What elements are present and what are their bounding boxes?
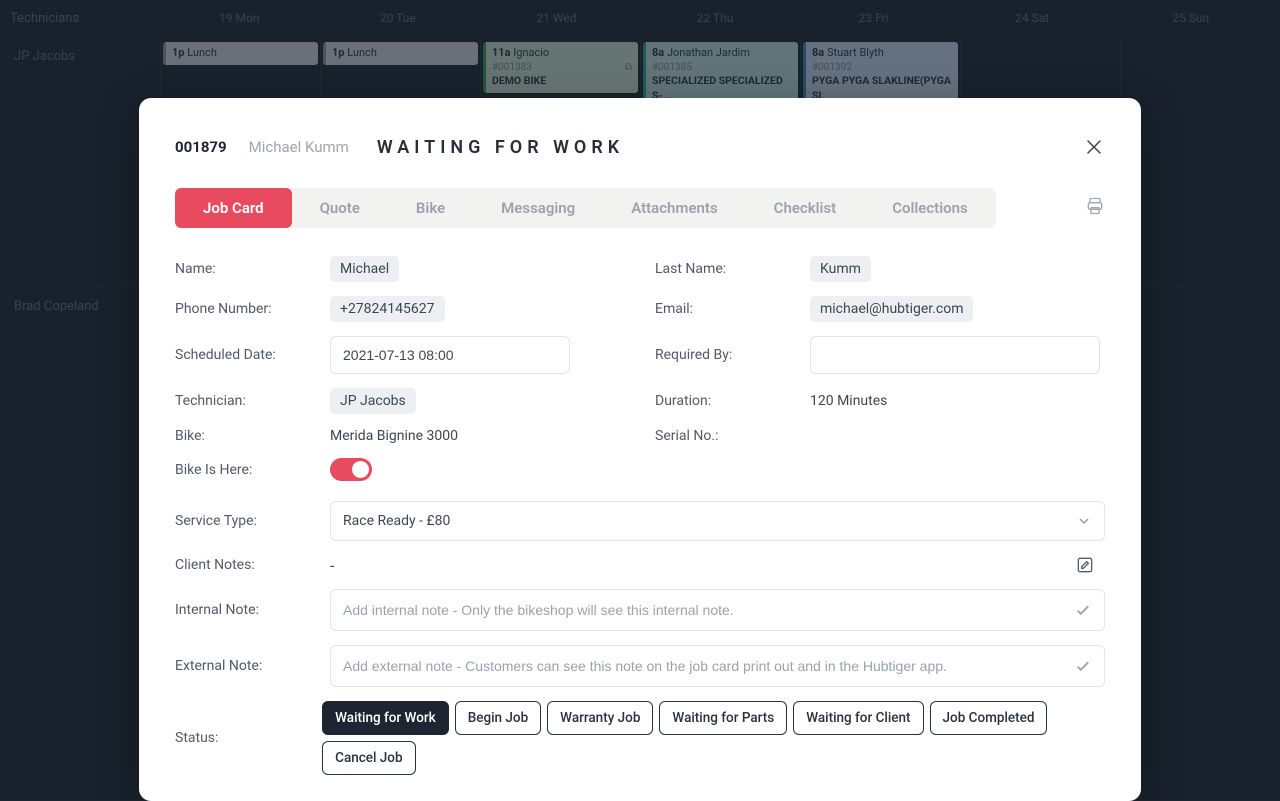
label-phone: Phone Number: (175, 301, 330, 317)
status-waiting-client[interactable]: Waiting for Client (793, 701, 923, 735)
duration-value: 120 Minutes (810, 393, 887, 409)
close-icon[interactable] (1083, 136, 1105, 158)
job-status-title: Waiting for Work (377, 137, 624, 158)
label-service-type: Service Type: (175, 513, 330, 529)
label-bike-here: Bike Is Here: (175, 462, 330, 478)
external-note-input[interactable] (343, 658, 1064, 674)
status-cancel[interactable]: Cancel Job (322, 741, 415, 775)
tab-job-card[interactable]: Job Card (175, 188, 292, 228)
label-bike: Bike: (175, 428, 330, 444)
first-name-value[interactable]: Michael (330, 256, 399, 282)
label-scheduled: Scheduled Date: (175, 347, 330, 363)
required-by-input[interactable] (810, 336, 1100, 374)
last-name-value[interactable]: Kumm (810, 256, 871, 282)
label-serial-no: Serial No.: (655, 428, 810, 444)
edit-icon[interactable] (1075, 555, 1095, 575)
tab-checklist[interactable]: Checklist (746, 188, 865, 228)
tab-messaging[interactable]: Messaging (473, 188, 603, 228)
status-completed[interactable]: Job Completed (930, 701, 1048, 735)
print-icon[interactable] (1085, 196, 1105, 220)
label-client-notes: Client Notes: (175, 557, 330, 573)
status-waiting-work[interactable]: Waiting for Work (322, 701, 449, 735)
technician-value[interactable]: JP Jacobs (330, 388, 416, 414)
check-icon[interactable] (1074, 657, 1092, 675)
label-external-note: External Note: (175, 658, 330, 674)
status-button-group: Waiting for Work Begin Job Warranty Job … (322, 701, 1105, 775)
service-type-select[interactable]: Race Ready - £80 (330, 501, 1105, 541)
job-card-modal: 001879 Michael Kumm Waiting for Work Job… (139, 98, 1141, 801)
check-icon[interactable] (1074, 601, 1092, 619)
label-last-name: Last Name: (655, 261, 810, 277)
label-status: Status: (175, 730, 322, 746)
phone-value[interactable]: +27824145627 (330, 296, 445, 322)
chevron-down-icon (1076, 513, 1092, 529)
tab-quote[interactable]: Quote (292, 188, 388, 228)
status-waiting-parts[interactable]: Waiting for Parts (659, 701, 787, 735)
service-type-value: Race Ready - £80 (343, 513, 450, 529)
label-required-by: Required By: (655, 347, 810, 363)
label-internal-note: Internal Note: (175, 602, 330, 618)
internal-note-field[interactable] (330, 589, 1105, 631)
bike-here-toggle[interactable] (330, 458, 372, 481)
tab-attachments[interactable]: Attachments (603, 188, 745, 228)
email-value[interactable]: michael@hubtiger.com (810, 296, 973, 322)
job-number: 001879 (175, 138, 227, 156)
internal-note-input[interactable] (343, 602, 1064, 618)
scheduled-date-input[interactable] (330, 336, 570, 374)
status-warranty-job[interactable]: Warranty Job (547, 701, 653, 735)
status-begin-job[interactable]: Begin Job (455, 701, 541, 735)
tab-collections[interactable]: Collections (864, 188, 996, 228)
external-note-field[interactable] (330, 645, 1105, 687)
tab-bar: Job Card Quote Bike Messaging Attachment… (175, 188, 996, 228)
label-email: Email: (655, 301, 810, 317)
customer-name: Michael Kumm (249, 138, 349, 156)
bike-value: Merida Bignine 3000 (330, 428, 458, 444)
label-duration: Duration: (655, 393, 810, 409)
client-notes-value: - (330, 556, 1075, 575)
label-technician: Technician: (175, 393, 330, 409)
label-name: Name: (175, 261, 330, 277)
tab-bike[interactable]: Bike (388, 188, 473, 228)
